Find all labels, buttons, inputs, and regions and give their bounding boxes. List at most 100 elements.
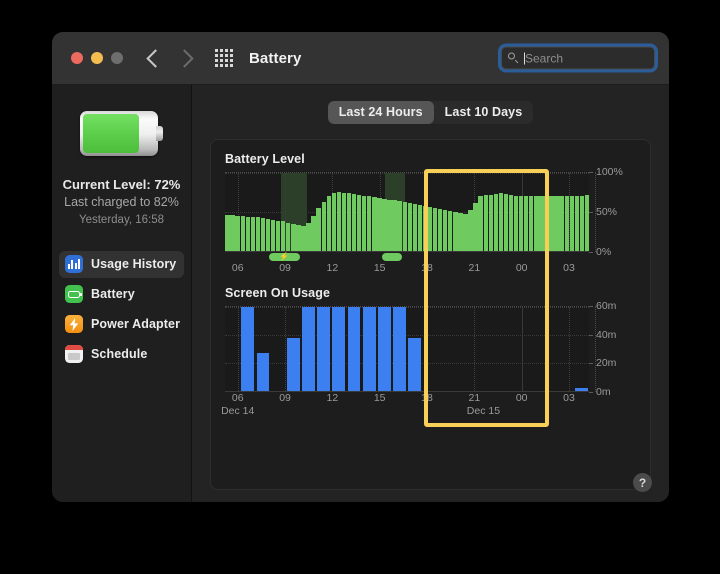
sidebar: Current Level: 72% Last charged to 82% Y… [52,85,192,502]
bar [412,204,418,251]
bar [513,195,519,251]
bar [458,212,463,251]
x-tick-label: 09 [279,392,291,404]
schedule-icon [65,345,83,364]
search-field[interactable]: Search [501,46,655,70]
bar [473,202,478,251]
bar [265,219,271,251]
screen-on-usage-bars [225,307,589,391]
tab-last-10-days[interactable]: Last 10 Days [433,101,534,124]
usage-history-icon [65,255,83,274]
sidebar-menu: Usage History Battery Power Adapter Sche… [52,250,191,371]
all-preferences-grid-icon[interactable] [215,49,233,67]
bar [326,196,331,251]
bar [478,196,483,251]
charging-pill: ⚡ [268,253,300,261]
battery-level-x-axis: 06 09 12 15 18 21 00 03 [225,262,589,276]
x-tick-label: 00 [515,262,528,274]
charging-indicators: ⚡ [225,253,589,262]
bar [306,222,311,251]
bar [468,210,473,251]
back-chevron-icon[interactable] [146,48,165,68]
sidebar-item-label: Power Adapter [91,317,181,332]
x-tick-label: 06 [231,392,244,404]
battery-large-icon [79,111,164,156]
bar [488,194,493,251]
search-icon [508,52,519,64]
screen-on-usage-chart-title: Screen On Usage [225,286,331,300]
bar [225,215,230,251]
window-titlebar: Battery Search [52,32,669,85]
bar [503,194,509,251]
x-tick-label: 15 [373,262,386,274]
bar [508,194,514,251]
bar [539,195,544,251]
navigation-arrows [146,48,194,68]
sidebar-item-power-adapter[interactable]: Power Adapter [59,311,184,338]
sidebar-item-battery[interactable]: Battery [59,281,184,308]
bar [437,208,443,251]
bar [417,204,423,251]
page-title: Battery [249,49,302,67]
bar [453,212,458,251]
bar [574,195,580,251]
bar [286,337,300,391]
x-tick-label: 12 [326,262,339,274]
bar [347,307,361,391]
bar [245,216,250,251]
bar [575,388,588,391]
screen-on-usage-plot[interactable] [225,306,589,392]
sidebar-item-schedule[interactable]: Schedule [59,341,184,368]
y-tick-label: 20m [588,357,617,370]
help-button[interactable]: ? [633,473,652,492]
minimize-button[interactable] [91,52,103,64]
charging-pill [381,253,402,261]
traffic-lights [71,52,123,64]
bar [311,215,316,251]
bar [427,207,433,251]
bar [250,216,256,251]
battery-level-bars [225,173,590,251]
bar [317,307,331,391]
bar [564,195,569,251]
bar [584,194,590,251]
bar [275,220,281,251]
zoom-button[interactable] [111,52,123,64]
bar [346,193,352,251]
bar [393,307,406,391]
bar [372,197,377,251]
bar [377,307,391,391]
tab-last-24-hours[interactable]: Last 24 Hours [327,101,434,124]
battery-icon [65,285,83,304]
battery-level-chart-title: Battery Level [225,152,305,166]
segmented-control: Last 24 Hours Last 10 Days [327,101,534,124]
bar [331,193,337,251]
battery-level-y-axis: 0% 50% 100% [588,166,636,258]
bar [281,221,286,251]
bar [579,195,585,251]
sidebar-item-usage-history[interactable]: Usage History [59,250,184,278]
bar [544,195,549,251]
bar [402,201,407,251]
y-tick-label: 40m [588,328,617,341]
forward-chevron-icon[interactable] [175,48,194,68]
battery-level-chart: Battery Level 0% 50% 100% ⚡ 06 09 12 15 18 21 00… [225,152,636,276]
close-button[interactable] [71,52,83,64]
bar [493,194,499,251]
bar [387,199,392,251]
bar [241,307,255,391]
bar [260,218,266,251]
bar [422,205,428,251]
bar [301,226,306,251]
battery-level-plot[interactable] [225,172,590,252]
bar [270,219,276,251]
screen-on-usage-x-axis: 06 09 12 15 18 21 00 03 Dec 14 Dec 15 [221,392,589,417]
sidebar-item-label: Schedule [91,347,148,362]
search-placeholder: Search [525,51,564,65]
bar [341,192,347,251]
bar [559,195,564,251]
battery-status-text: Current Level: 72% Last charged to 82% Y… [63,176,181,229]
main-content: Last 24 Hours Last 10 Days Battery Level… [192,85,669,502]
bar [332,307,346,391]
last-charged-label: Last charged to 82% [64,195,179,210]
